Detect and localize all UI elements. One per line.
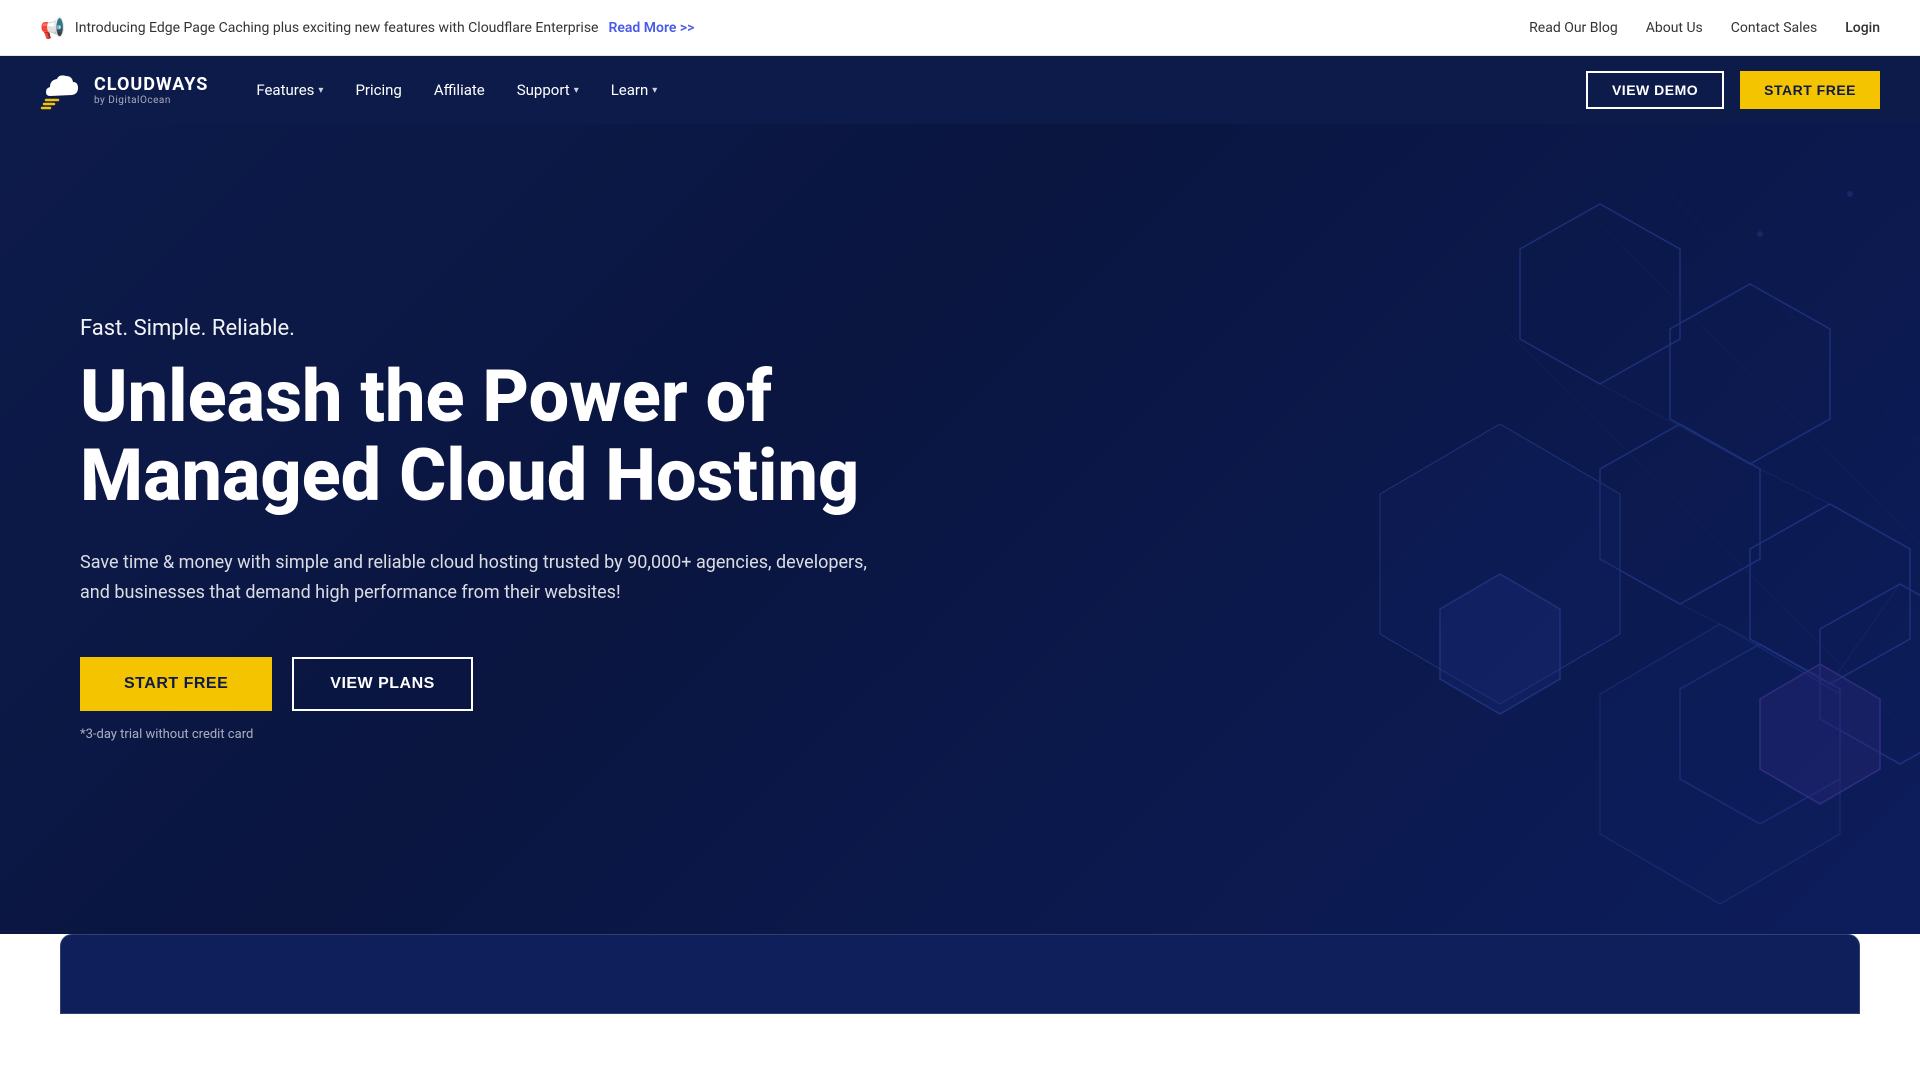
top-bar-announcement: 📢 Introducing Edge Page Caching plus exc… <box>40 16 694 40</box>
hero-title: Unleash the Power of Managed Cloud Hosti… <box>80 357 900 515</box>
start-free-nav-button[interactable]: START FREE <box>1740 71 1880 109</box>
nav-item-learn[interactable]: Learn ▾ <box>611 81 658 99</box>
nav-left: CLOUDWAYS by DigitalOcean Features ▾ Pri… <box>40 68 657 112</box>
chevron-down-icon-support: ▾ <box>574 85 579 96</box>
logo[interactable]: CLOUDWAYS by DigitalOcean <box>40 68 208 112</box>
nav-features-label: Features <box>256 81 314 99</box>
trial-note: *3-day trial without credit card <box>80 727 900 742</box>
nav-item-support[interactable]: Support ▾ <box>517 81 579 99</box>
nav-support-label: Support <box>517 81 570 99</box>
megaphone-icon: 📢 <box>40 16 65 40</box>
about-us-link[interactable]: About Us <box>1646 20 1703 36</box>
nav-affiliate-label: Affiliate <box>434 81 485 99</box>
logo-sub: by DigitalOcean <box>94 95 208 106</box>
nav-pricing-label: Pricing <box>355 81 401 99</box>
main-nav: CLOUDWAYS by DigitalOcean Features ▾ Pri… <box>0 56 1920 124</box>
read-our-blog-link[interactable]: Read Our Blog <box>1529 20 1618 36</box>
nav-item-features[interactable]: Features ▾ <box>256 81 323 99</box>
read-more-link[interactable]: Read More >> <box>608 20 694 36</box>
logo-text: CLOUDWAYS by DigitalOcean <box>94 74 208 106</box>
hero-tagline: Fast. Simple. Reliable. <box>80 316 900 341</box>
nav-item-affiliate[interactable]: Affiliate <box>434 81 485 99</box>
top-bar: 📢 Introducing Edge Page Caching plus exc… <box>0 0 1920 56</box>
view-demo-button[interactable]: VIEW DEMO <box>1586 71 1724 109</box>
nav-item-pricing[interactable]: Pricing <box>355 81 401 99</box>
nav-learn-label: Learn <box>611 81 649 99</box>
hero-background <box>960 124 1920 934</box>
view-plans-button[interactable]: VIEW PLANS <box>292 657 473 711</box>
bottom-preview-bar <box>60 934 1860 1014</box>
contact-sales-link[interactable]: Contact Sales <box>1731 20 1817 36</box>
hero-section: Fast. Simple. Reliable. Unleash the Powe… <box>0 124 1920 934</box>
hero-content: Fast. Simple. Reliable. Unleash the Powe… <box>80 316 900 742</box>
announcement-text: Introducing Edge Page Caching plus excit… <box>75 20 599 36</box>
hero-title-line1: Unleash the Power of <box>80 354 772 439</box>
logo-name: CLOUDWAYS <box>94 74 208 95</box>
chevron-down-icon-learn: ▾ <box>652 85 657 96</box>
hero-description: Save time & money with simple and reliab… <box>80 548 900 609</box>
top-bar-links: Read Our Blog About Us Contact Sales Log… <box>1529 20 1880 36</box>
nav-links: Features ▾ Pricing Affiliate Support ▾ L… <box>256 81 657 99</box>
nav-right: VIEW DEMO START FREE <box>1586 71 1880 109</box>
hero-title-line2: Managed Cloud Hosting <box>80 433 859 518</box>
start-free-hero-button[interactable]: START FREE <box>80 657 272 711</box>
hero-buttons: START FREE VIEW PLANS <box>80 657 900 711</box>
login-link[interactable]: Login <box>1845 20 1880 36</box>
chevron-down-icon: ▾ <box>318 85 323 96</box>
logo-icon <box>40 68 84 112</box>
